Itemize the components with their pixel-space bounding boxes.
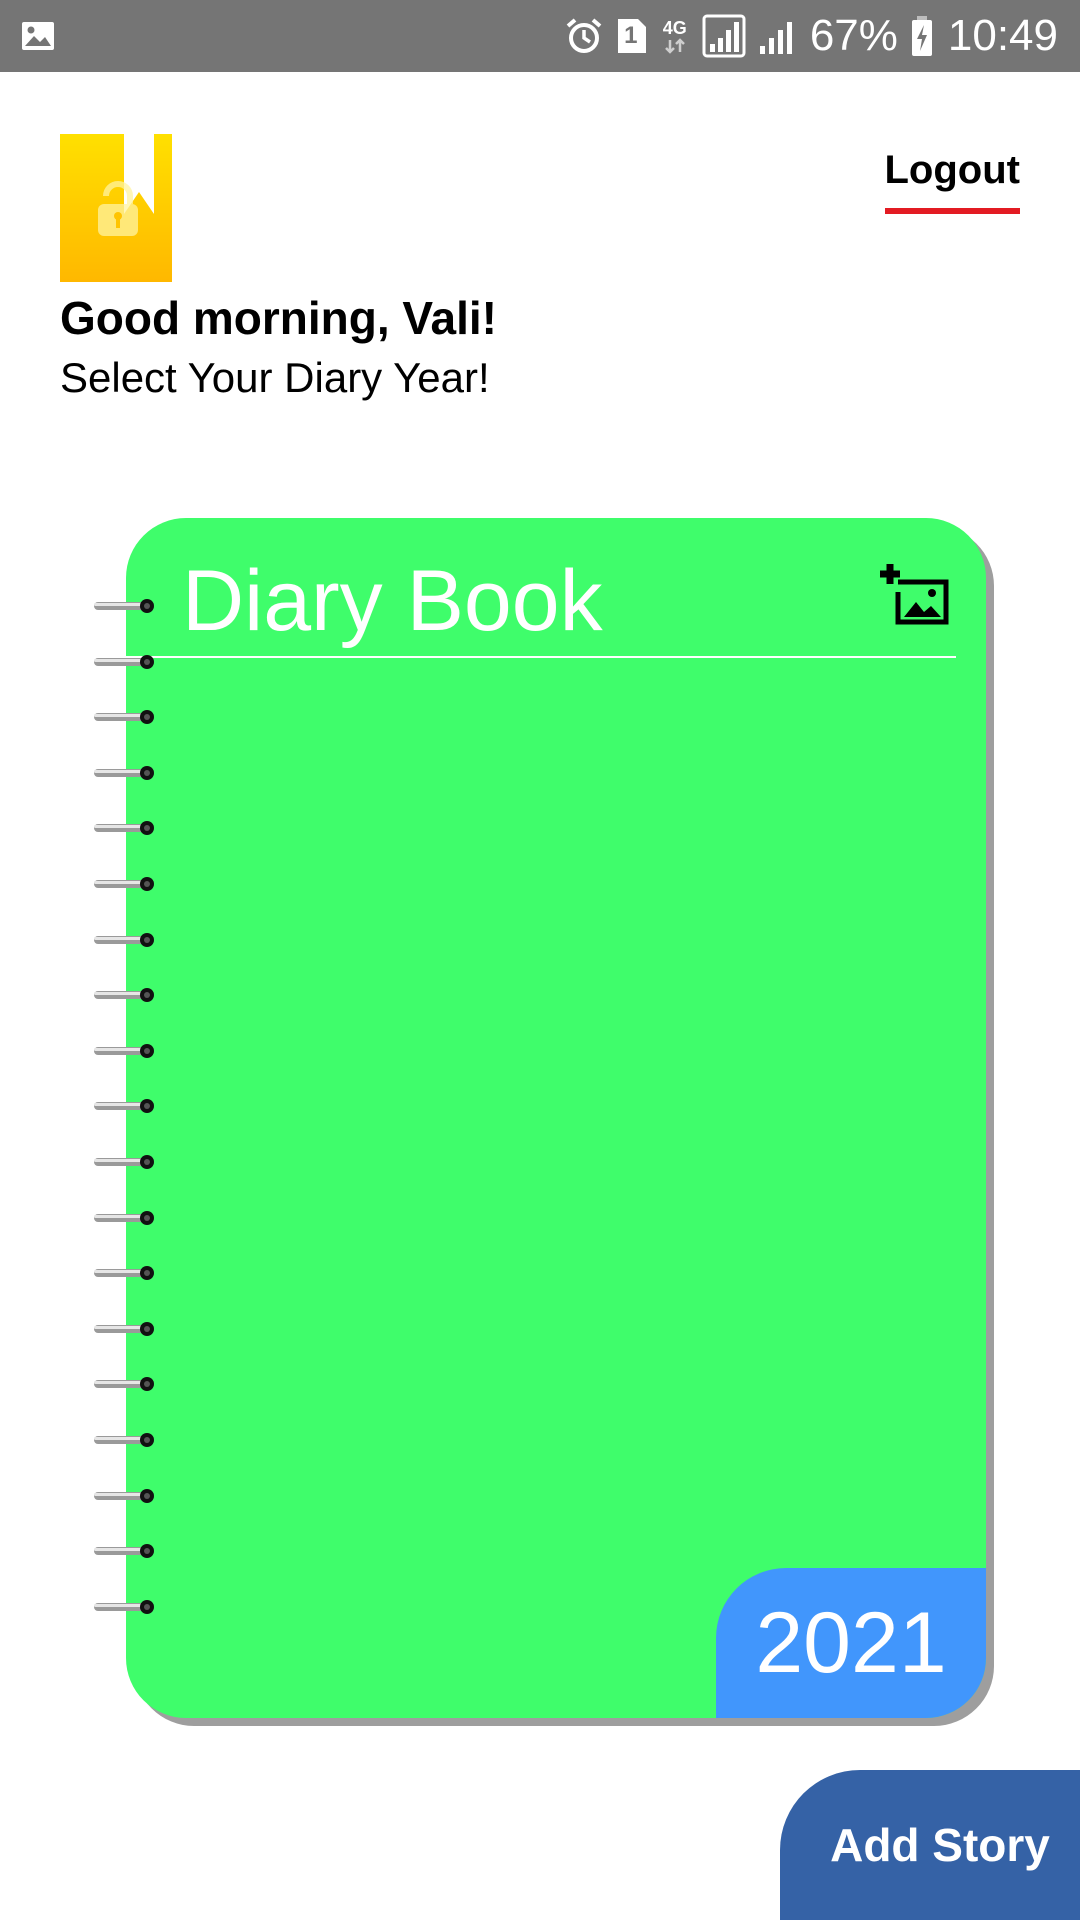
- spiral-ring: [94, 1210, 154, 1225]
- spiral-ring: [94, 1433, 154, 1447]
- spiral-ring: [94, 1266, 154, 1281]
- spiral-ring: [94, 988, 154, 1003]
- spiral-ring: [94, 1488, 154, 1503]
- spiral-ring: [94, 1377, 154, 1392]
- greeting-text: Good morning, Vali!: [60, 292, 497, 344]
- add-story-button[interactable]: Add Story: [780, 1770, 1080, 1920]
- subtitle-text: Select Your Diary Year!: [60, 354, 490, 401]
- diary-book-card[interactable]: Diary Book 2021: [126, 518, 986, 1718]
- diary-logo-icon: [60, 134, 172, 282]
- network-4g-icon: 4G: [660, 18, 690, 54]
- app-screen: 1 4G 67% 10:49 Logout Good morning, Vali…: [0, 0, 1080, 1920]
- year-badge: 2021: [716, 1568, 986, 1718]
- spiral-ring: [94, 1099, 154, 1114]
- network-type-label: 4G: [662, 18, 687, 38]
- spiral-ring: [94, 932, 154, 947]
- sim-icon: 1: [616, 17, 648, 55]
- alarm-icon: [566, 18, 602, 53]
- battery-percentage: 67%: [809, 11, 898, 60]
- spiral-ring: [94, 599, 154, 613]
- diary-title: Diary Book: [182, 553, 603, 649]
- title-divider: [126, 656, 956, 658]
- year-text: 2021: [755, 1595, 947, 1691]
- spiral-ring: [94, 765, 154, 780]
- logout-button[interactable]: Logout: [884, 150, 1020, 214]
- clock-time: 10:49: [947, 11, 1058, 60]
- spiral-ring: [94, 821, 154, 836]
- spiral-ring: [94, 1321, 154, 1336]
- signal-icon: [759, 22, 792, 54]
- spiral-ring: [94, 1544, 154, 1559]
- spiral-binding: [92, 596, 164, 1636]
- sim-slot-number: 1: [624, 22, 638, 49]
- battery-charging-icon: [911, 16, 932, 56]
- status-icons: 1 4G 67% 10:49: [564, 0, 1058, 72]
- spiral-ring: [94, 1155, 154, 1169]
- spiral-ring: [94, 1043, 154, 1058]
- signal-icon: [702, 14, 746, 58]
- spiral-ring: [94, 1599, 154, 1614]
- image-icon: [22, 22, 54, 50]
- add-image-icon[interactable]: [876, 562, 950, 626]
- status-bar: 1 4G 67% 10:49: [0, 0, 1080, 72]
- add-story-label: Add Story: [830, 1819, 1050, 1871]
- spiral-ring: [94, 877, 154, 891]
- spiral-ring: [94, 654, 154, 669]
- spiral-ring: [94, 710, 154, 725]
